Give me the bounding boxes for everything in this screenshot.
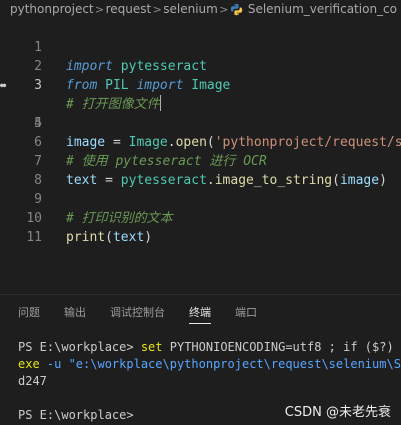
tab-terminal[interactable]: 终端 — [189, 303, 211, 324]
vscode-window: pythonproject > request > selenium > Sel… — [0, 0, 401, 425]
code-line: 5 — [0, 95, 401, 131]
tab-output[interactable]: 输出 — [64, 303, 86, 323]
breadcrumb-item-request[interactable]: request — [106, 2, 152, 16]
variable: text — [112, 230, 145, 245]
chevron-right-icon: > — [95, 2, 105, 16]
terminal-line: d247 — [18, 373, 401, 390]
line-number: 11 — [26, 230, 42, 245]
chevron-right-icon: > — [219, 2, 229, 16]
function-name: print — [66, 230, 106, 245]
tab-ports[interactable]: 端口 — [235, 303, 257, 323]
code-line: 7 text = pytesseract.image_to_string(ima… — [0, 133, 401, 188]
operator: ( — [105, 230, 113, 245]
terminal-text: -u "e:\workplace\pythonproject\request\s… — [39, 357, 401, 371]
code-line: 10 print(text) — [0, 190, 401, 245]
python-file-icon — [230, 3, 243, 15]
breadcrumb: pythonproject > request > selenium > Sel… — [0, 0, 401, 18]
gutter-marker: ●● — [0, 82, 6, 89]
terminal-command: set — [140, 340, 163, 354]
panel-tabs: 问题 输出 调试控制台 终端 端口 — [0, 295, 401, 328]
terminal-line: PS E:\workplace> set PYTHONIOENCODING=ut… — [18, 339, 401, 356]
terminal-line: exe -u "e:\workplace\pythonproject\reque… — [18, 356, 401, 373]
operator: ) — [144, 230, 153, 245]
terminal-text: d247 — [18, 374, 47, 388]
chevron-right-icon: > — [152, 2, 162, 16]
tab-debug-console[interactable]: 调试控制台 — [110, 303, 165, 323]
code-line: 11 — [0, 209, 401, 245]
breadcrumb-item-file[interactable]: Selenium_verification_co — [248, 2, 397, 16]
bottom-panel: 问题 输出 调试控制台 终端 端口 PS E:\workplace> set P… — [0, 294, 401, 425]
code-line: 6 # 使用 pytesseract 进行 OCR — [0, 114, 401, 169]
terminal-text: PYTHONIOENCODING=utf8 ; if ($?) { — [162, 340, 401, 354]
code-editor[interactable]: 1 import pytesseract 2 from PIL import I… — [0, 19, 401, 294]
breadcrumb-item-pythonproject[interactable]: pythonproject — [10, 2, 94, 16]
code-line: 1 import pytesseract — [0, 19, 401, 74]
code-line-active: 3 # 打开图像文件 — [0, 57, 401, 112]
breadcrumb-item-selenium[interactable]: selenium — [163, 2, 218, 16]
terminal-prompt: PS E:\workplace> — [18, 408, 134, 422]
tab-problems[interactable]: 问题 — [18, 303, 40, 323]
code-line: 2 from PIL import Image — [0, 38, 401, 93]
terminal-prompt: PS E:\workplace> — [18, 340, 141, 354]
terminal-command: exe — [18, 357, 40, 371]
code-line: 8 — [0, 152, 401, 188]
code-line: 9 # 打印识别的文本 — [0, 171, 401, 226]
csdn-watermark: CSDN @未老先衰 — [284, 405, 391, 420]
code-line: ●● 4 image = Image.open('pythonproject/r… — [0, 76, 401, 150]
